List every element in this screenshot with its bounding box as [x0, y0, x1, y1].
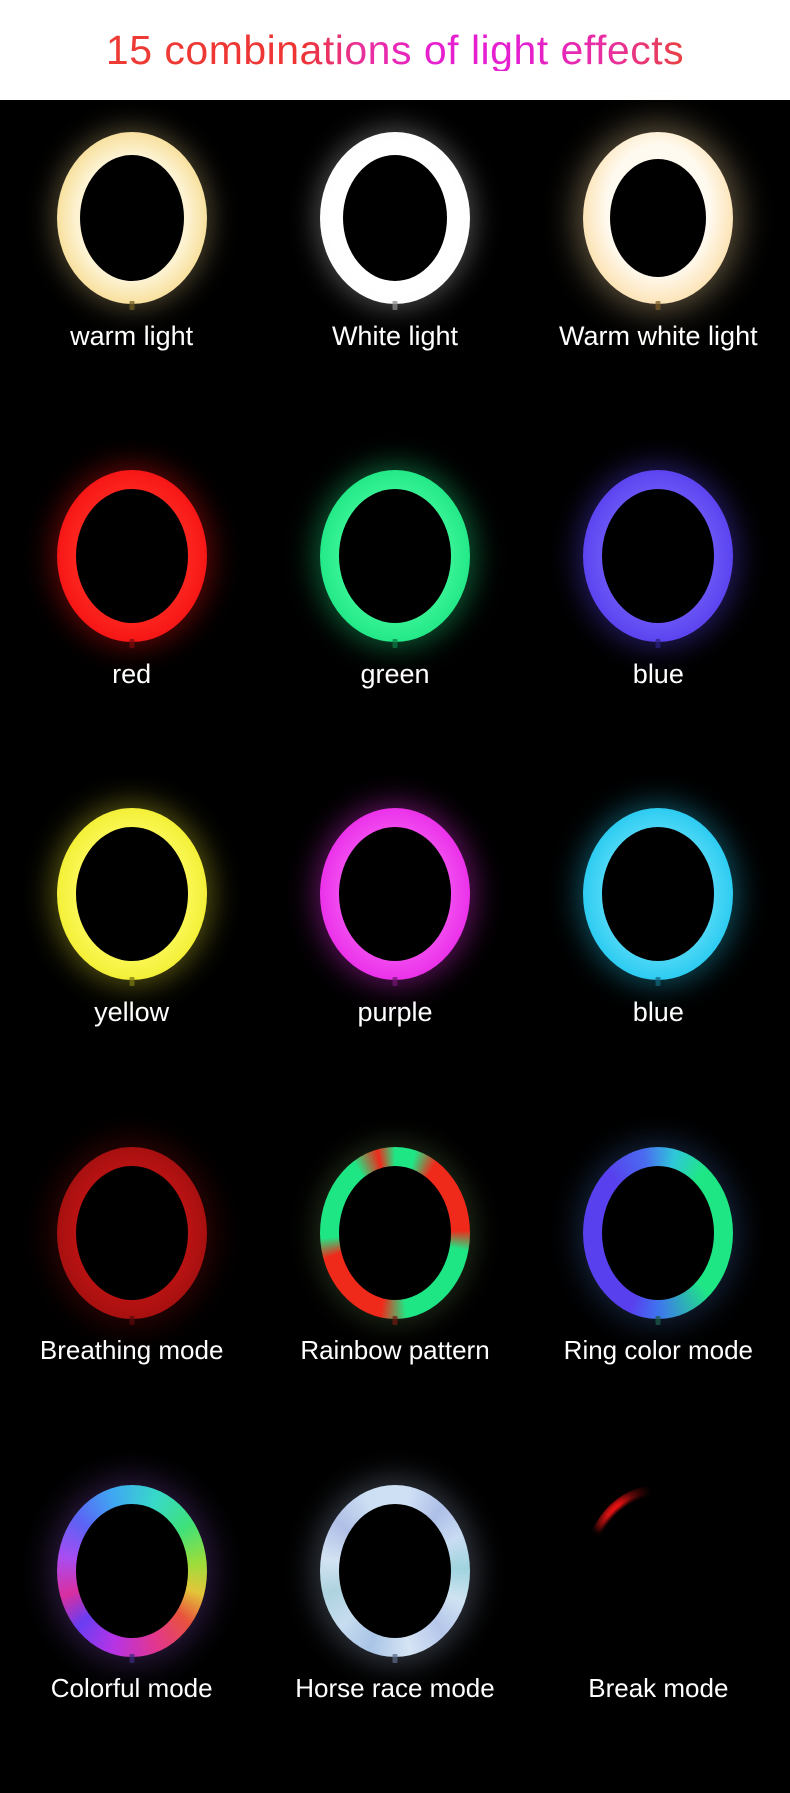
stand-nub [129, 301, 135, 310]
ring-light-white-icon [319, 132, 470, 310]
ring-light-breathing-icon [56, 1146, 207, 1325]
effect-label: warm light [70, 321, 194, 351]
ring-light-cyan-icon [583, 808, 734, 987]
effect-card-green[interactable]: green [263, 440, 526, 778]
ring-light-green-icon [319, 470, 470, 649]
stand-nub [129, 1653, 135, 1663]
effect-card-blue-cyan[interactable]: blue [527, 778, 790, 1116]
effect-card-purple[interactable]: purple [263, 778, 526, 1116]
ring-light-colorful-icon [56, 1484, 207, 1663]
effect-label: green [360, 659, 430, 690]
ring-light-preview [54, 130, 210, 310]
effect-card-warm-light[interactable]: warm light [0, 102, 263, 440]
effect-card-warm-white-light[interactable]: Warm white light [527, 102, 790, 440]
light-effects-grid: warm light White light Warm white light [0, 102, 790, 1793]
effect-label: red [112, 659, 152, 690]
light-effects-board: warm light White light Warm white light [0, 100, 790, 1793]
ring-light-preview [54, 468, 210, 649]
page-header: 15 combinations of light effects [0, 0, 790, 100]
ring-light-preview [580, 1483, 736, 1659]
ring-light-preview [54, 1483, 210, 1663]
stand-nub [392, 301, 398, 310]
ring-light-warm-white-icon [583, 132, 734, 310]
effect-card-break-mode[interactable]: Break mode [527, 1455, 790, 1793]
ring-light-ring-color-icon [583, 1146, 734, 1325]
ring-light-preview [580, 468, 736, 649]
ring-light-preview [54, 806, 210, 987]
ring-light-break-icon [583, 1484, 734, 1657]
ring-light-blue-icon [583, 470, 734, 649]
stand-nub [129, 639, 135, 649]
ring-light-preview [317, 806, 473, 987]
effect-card-blue[interactable]: blue [527, 440, 790, 778]
effect-card-breathing-mode[interactable]: Breathing mode [0, 1117, 263, 1455]
effect-card-red[interactable]: red [0, 440, 263, 778]
effect-label: White light [331, 321, 459, 351]
ring-light-preview [317, 1145, 473, 1325]
ring-light-preview [317, 1483, 473, 1663]
effect-label: Warm white light [559, 321, 758, 351]
stand-nub [392, 1653, 398, 1663]
effect-label: yellow [94, 997, 170, 1028]
effect-card-rainbow-pattern[interactable]: Rainbow pattern [263, 1117, 526, 1455]
ring-light-rainbow-icon [319, 1146, 470, 1325]
ring-light-preview [580, 130, 736, 310]
effect-label: blue [632, 997, 684, 1028]
stand-nub [392, 639, 398, 649]
stand-nub [655, 301, 661, 310]
stand-nub [129, 977, 135, 987]
effect-label: Ring color mode [563, 1334, 753, 1365]
break-arc-segment [583, 1484, 734, 1657]
effect-label: Rainbow pattern [300, 1334, 490, 1365]
ring-light-yellow-icon [56, 808, 207, 987]
ring-light-horse-race-icon [319, 1484, 470, 1663]
stand-nub [392, 977, 398, 987]
ring-light-warm-icon [56, 132, 207, 310]
effect-label: Break mode [588, 1672, 729, 1703]
ring-light-red-icon [56, 470, 207, 649]
ring-light-preview [317, 130, 473, 310]
stand-nub [129, 1315, 135, 1325]
effect-label: Horse race mode [295, 1672, 495, 1703]
effect-label: purple [357, 997, 433, 1028]
ring-light-preview [54, 1145, 210, 1325]
stand-nub [392, 1315, 398, 1325]
effect-card-white-light[interactable]: White light [263, 102, 526, 440]
effect-label: blue [632, 659, 684, 690]
effect-label: Breathing mode [39, 1334, 224, 1365]
stand-nub [655, 977, 661, 987]
ring-light-purple-icon [319, 808, 470, 987]
effect-card-horse-race-mode[interactable]: Horse race mode [263, 1455, 526, 1793]
stand-nub [655, 639, 661, 649]
effect-label: Colorful mode [50, 1672, 213, 1703]
ring-light-preview [317, 468, 473, 649]
effect-card-ring-color-mode[interactable]: Ring color mode [527, 1117, 790, 1455]
effect-card-colorful-mode[interactable]: Colorful mode [0, 1455, 263, 1793]
page-title: 15 combinations of light effects [105, 26, 685, 73]
ring-light-preview [580, 806, 736, 987]
stand-nub [655, 1315, 661, 1325]
ring-light-preview [580, 1145, 736, 1325]
effect-card-yellow[interactable]: yellow [0, 778, 263, 1116]
